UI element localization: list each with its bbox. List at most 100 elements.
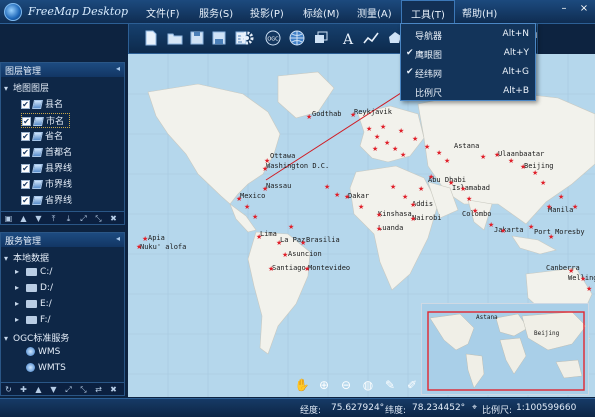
layer-checkbox[interactable]: ✔ (21, 100, 30, 109)
collapse-icon[interactable]: ⤡ (79, 385, 88, 394)
local-data-root[interactable]: ▾ 本地数据 (4, 251, 49, 266)
zoom-in-icon[interactable]: ⊕ (316, 377, 332, 393)
expand-icon[interactable]: ⤢ (79, 214, 88, 223)
polyline-icon[interactable] (363, 30, 379, 46)
drive-item[interactable]: ▸ F:/ (15, 315, 51, 330)
capital-marker-icon: ★ (390, 183, 397, 191)
menu-service[interactable]: 服务(S) (199, 5, 233, 20)
layers-icon[interactable] (313, 30, 329, 46)
menu-item-overview-map[interactable]: ✔ 鹰眼图 Alt+Y (401, 44, 535, 63)
edit-icon[interactable]: ✎ (382, 377, 398, 393)
layer-icon (33, 117, 44, 126)
capital-marker-icon: ★ (236, 195, 243, 203)
clear-icon[interactable]: ✐ (404, 377, 420, 393)
layer-checkbox[interactable]: ✔ (21, 148, 30, 157)
add-layer-icon[interactable]: ▣ (4, 214, 13, 223)
capital-marker-icon: ★ (366, 125, 373, 133)
globe-icon[interactable] (289, 30, 305, 46)
capital-marker-icon: ★ (412, 135, 419, 143)
move-up-icon[interactable]: ▲ (34, 385, 43, 394)
close-button[interactable]: × (576, 2, 592, 16)
move-top-icon[interactable]: ⤒ (49, 214, 58, 223)
panel-collapse-icon[interactable]: ◂ (116, 64, 120, 73)
layer-item[interactable]: ✔ 省界线 (21, 193, 72, 208)
layer-item-selected[interactable]: ✔ 市名 (21, 113, 71, 128)
tree-expand-icon[interactable]: ▾ (4, 84, 13, 93)
capital-marker-icon: ★ (448, 179, 455, 187)
refresh-icon[interactable]: ↻ (4, 385, 13, 394)
move-down-icon[interactable]: ▼ (49, 385, 58, 394)
menu-plot[interactable]: 标绘(M) (303, 5, 339, 20)
layer-checkbox[interactable]: ✔ (21, 180, 30, 189)
open-folder-icon[interactable] (167, 30, 183, 46)
ogc-service-icon[interactable]: OGC (265, 30, 281, 46)
delete-service-icon[interactable]: ✖ (109, 385, 118, 394)
layer-icon (32, 180, 43, 189)
menu-measure[interactable]: 测量(A) (357, 5, 392, 20)
full-extent-icon[interactable]: ◍ (360, 377, 376, 393)
tree-collapsed-icon[interactable]: ▸ (15, 283, 24, 292)
connect-icon[interactable]: ⇄ (94, 385, 103, 394)
drive-item[interactable]: ▸ D:/ (15, 283, 53, 298)
capital-marker-icon: ★ (558, 193, 565, 201)
capital-marker-icon: ★ (288, 223, 295, 231)
collapse-icon[interactable]: ⤡ (94, 214, 103, 223)
menu-help[interactable]: 帮助(H) (462, 5, 497, 20)
add-service-icon[interactable]: ✚ (19, 385, 28, 394)
tree-expand-icon[interactable]: ▾ (4, 334, 13, 343)
menu-tools[interactable]: 工具(T) (401, 0, 455, 24)
zoom-out-icon[interactable]: ⊖ (338, 377, 354, 393)
expand-icon[interactable]: ⤢ (64, 385, 73, 394)
move-bottom-icon[interactable]: ⤓ (64, 214, 73, 223)
move-down-icon[interactable]: ▼ (34, 214, 43, 223)
capital-marker-icon: ★ (400, 151, 407, 159)
minimize-button[interactable]: – (556, 2, 572, 16)
overview-map[interactable]: Astana Beijing (421, 303, 589, 395)
layer-item[interactable]: ✔ 省名 (21, 129, 63, 144)
layer-checkbox[interactable]: ✔ (21, 196, 30, 205)
layer-tree-root[interactable]: ▾ 地图图层 (4, 81, 49, 96)
layer-item[interactable]: ✔ 首都名 (21, 145, 72, 160)
layer-label: 市界线 (45, 180, 73, 190)
ogc-item[interactable]: WMTS (23, 363, 66, 378)
capital-marker-icon: ★ (262, 185, 269, 193)
tree-collapsed-icon[interactable]: ▸ (15, 315, 24, 324)
menu-item-graticule[interactable]: ✔ 经纬网 Alt+G (401, 63, 535, 82)
tree-collapsed-icon[interactable]: ▸ (15, 299, 24, 308)
panel-collapse-icon[interactable]: ◂ (116, 234, 120, 243)
tree-expand-icon[interactable]: ▾ (4, 254, 13, 263)
capital-marker-icon: ★ (398, 127, 405, 135)
capital-marker-icon: ★ (572, 203, 579, 211)
ogc-item[interactable]: WMS (23, 347, 60, 362)
menu-item-shortcut: Alt+N (502, 29, 529, 39)
tree-collapsed-icon[interactable]: ▸ (15, 267, 24, 276)
layer-checkbox[interactable]: ✔ (21, 164, 30, 173)
settings-gear-icon[interactable] (239, 30, 255, 46)
pan-hand-icon[interactable]: ✋ (294, 377, 310, 393)
delete-layer-icon[interactable]: ✖ (109, 214, 118, 223)
move-up-icon[interactable]: ▲ (19, 214, 28, 223)
drive-item[interactable]: ▸ C:/ (15, 267, 52, 282)
menu-item-shortcut: Alt+Y (503, 48, 529, 58)
menu-item-scale-bar[interactable]: 比例尺 Alt+B (401, 82, 535, 101)
text-annotation-icon[interactable]: A (340, 30, 356, 46)
layer-item[interactable]: ✔ 县界线 (21, 161, 72, 176)
drive-item[interactable]: ▸ E:/ (15, 299, 52, 314)
layer-checkbox[interactable]: ✔ (22, 117, 31, 126)
overview-label: Astana (476, 314, 498, 321)
menu-file[interactable]: 文件(F) (146, 5, 180, 20)
menu-item-navigator[interactable]: 导航器 Alt+N (401, 25, 535, 44)
layer-checkbox[interactable]: ✔ (21, 132, 30, 141)
map-label: Dakar (348, 192, 370, 200)
ogc-root[interactable]: ▾ OGC标准服务 (4, 331, 69, 346)
save-icon[interactable] (189, 30, 205, 46)
capital-marker-icon: ★ (488, 221, 495, 229)
menu-projection[interactable]: 投影(P) (250, 5, 284, 20)
capital-marker-icon: ★ (402, 193, 409, 201)
map-label: Asuncion (288, 250, 322, 258)
save-as-icon[interactable] (211, 30, 227, 46)
layer-item[interactable]: ✔ 县名 (21, 97, 63, 112)
map-label: Jakarta (494, 226, 524, 234)
new-file-icon[interactable] (143, 30, 159, 46)
layer-item[interactable]: ✔ 市界线 (21, 177, 72, 192)
